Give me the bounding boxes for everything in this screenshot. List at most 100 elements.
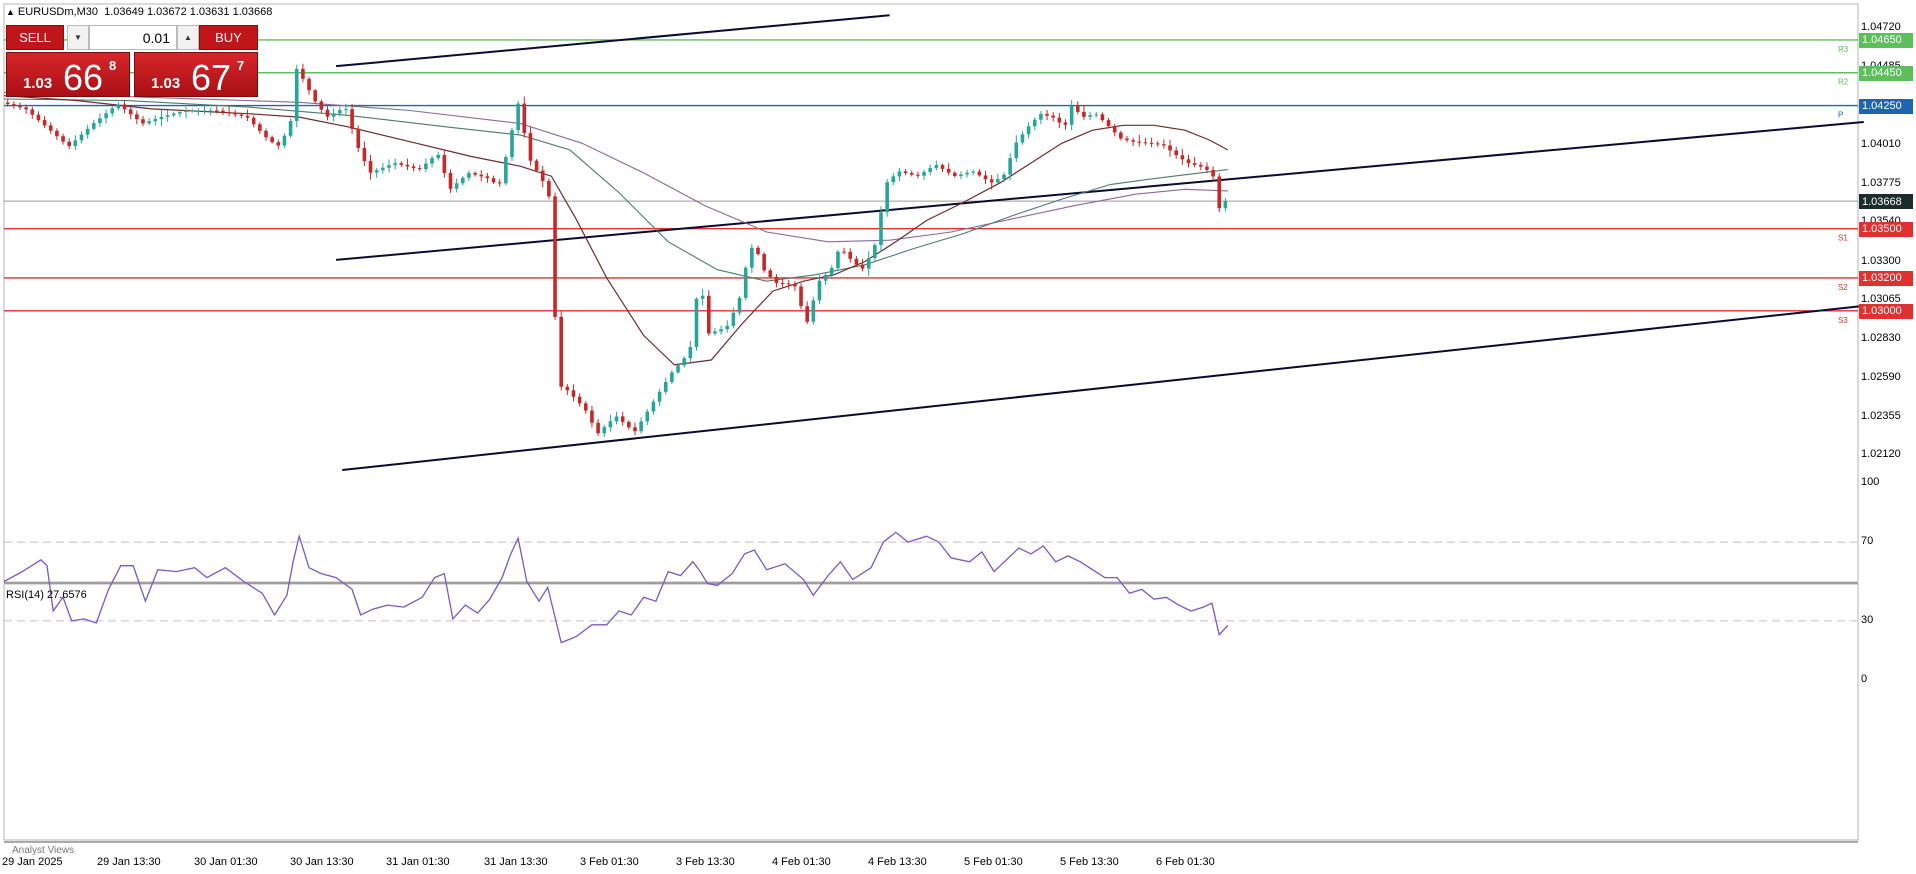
candle-body <box>313 90 317 102</box>
candle-body <box>171 113 176 116</box>
candle-body <box>128 109 133 115</box>
volume-decrease-button[interactable]: ▼ <box>67 25 89 50</box>
candle-body <box>233 113 238 115</box>
candle-body <box>42 120 47 126</box>
candle-body <box>178 111 182 114</box>
level-tag-s1: S1 <box>1838 234 1848 243</box>
candle-body <box>713 331 717 334</box>
candle-body <box>1180 155 1185 160</box>
candle-body <box>116 104 121 109</box>
rsi-tick-label: 70 <box>1861 535 1874 548</box>
candle-body <box>590 410 594 423</box>
price-tick-label: 1.03300 <box>1861 254 1901 267</box>
time-tick-label: 4 Feb 01:30 <box>772 856 831 868</box>
level-tag-r2: R2 <box>1838 78 1849 87</box>
candle-body <box>5 102 10 105</box>
candle-body <box>1125 138 1129 141</box>
candle-body <box>1211 169 1215 177</box>
candle-body <box>645 411 650 422</box>
level-tag-p: P <box>1838 111 1843 120</box>
candle-body <box>1002 174 1006 180</box>
candle-body <box>553 196 557 317</box>
price-tick-label: 1.02120 <box>1861 448 1901 461</box>
candle-body <box>1008 158 1012 175</box>
candle-body <box>135 114 139 120</box>
time-tick-label: 31 Jan 01:30 <box>386 856 450 868</box>
rsi-tick-label: 0 <box>1861 673 1868 685</box>
candle-body <box>221 110 225 112</box>
time-tick-label: 5 Feb 13:30 <box>1060 856 1119 868</box>
candle-body <box>965 172 969 175</box>
candle-body <box>510 130 514 158</box>
candle-body <box>36 114 41 121</box>
level-price-badge: 1.04250 <box>1859 98 1913 114</box>
candle-body <box>141 119 145 124</box>
levels-layer: R3 R2 P S1 S2 S3 <box>4 39 1858 325</box>
candle-body <box>79 134 84 141</box>
candle-body <box>633 427 637 432</box>
price-tick-label: 1.02830 <box>1861 331 1901 344</box>
candle-body <box>829 268 834 275</box>
candle-body <box>245 115 250 118</box>
candle-body <box>196 110 201 112</box>
rsi-tick-label: 30 <box>1861 613 1874 626</box>
bid-price-button[interactable]: 1.03 66 8 <box>6 52 130 98</box>
candle-body <box>885 182 889 213</box>
candle-body <box>534 160 539 171</box>
analyst-views-tab[interactable]: Analyst Views <box>12 845 74 856</box>
ask-price-pips: 67 <box>191 57 232 98</box>
buy-button[interactable]: BUY <box>199 25 258 50</box>
candle-body <box>417 168 422 170</box>
volume-input[interactable] <box>89 25 177 50</box>
candle-body <box>276 142 281 146</box>
moving-average-slow <box>3 91 1228 243</box>
candle-body <box>817 280 822 301</box>
candle-body <box>1149 142 1154 144</box>
candle-body <box>774 276 779 283</box>
candle-body <box>786 283 791 285</box>
candle-body <box>793 284 797 287</box>
ask-price-button[interactable]: 1.03 67 7 <box>134 52 258 98</box>
candle-body <box>842 251 846 253</box>
rsi-layer <box>3 531 1858 644</box>
candle-body <box>122 104 127 110</box>
rsi-line <box>3 531 1229 644</box>
candle-body <box>362 147 367 162</box>
candle-body <box>67 141 71 147</box>
candle-body <box>448 173 453 189</box>
rsi-indicator-label[interactable]: RSI(14) 27.6576 <box>6 589 87 601</box>
candle-body <box>897 171 902 177</box>
candle-body <box>1112 125 1117 133</box>
candle-body <box>1094 114 1099 116</box>
volume-increase-button[interactable]: ▲ <box>177 25 199 50</box>
candle-body <box>1168 145 1172 151</box>
collapse-triangle-icon[interactable]: ▲ <box>6 7 15 17</box>
candle-body <box>454 183 459 189</box>
level-tag-r3: R3 <box>1838 45 1849 54</box>
candle-body <box>916 174 920 176</box>
candle-body <box>153 119 158 122</box>
sell-button[interactable]: SELL <box>6 25 64 50</box>
candle-body <box>424 163 428 170</box>
candle-body <box>504 157 508 184</box>
trading-chart[interactable]: R3 R2 P S1 S2 S3 <box>0 0 1916 874</box>
candle-body <box>903 171 908 174</box>
time-tick-label: 30 Jan 13:30 <box>290 856 354 868</box>
candle-body <box>184 110 188 112</box>
candle-body <box>165 115 170 117</box>
moving-average-fast <box>3 95 1229 366</box>
level-tag-s2: S2 <box>1838 283 1848 292</box>
candle-body <box>1217 176 1222 209</box>
candle-body <box>934 165 939 169</box>
price-tick-label: 1.04720 <box>1861 21 1901 34</box>
candle-body <box>1039 113 1043 120</box>
chevron-up-icon: ▲ <box>184 33 192 42</box>
candle-body <box>1192 163 1197 165</box>
channel-line-1 <box>336 120 1864 261</box>
candle-body <box>48 125 53 131</box>
time-tick-label: 29 Jan 13:30 <box>97 856 161 868</box>
candle-body <box>294 68 299 122</box>
candle-body <box>61 136 65 142</box>
level-tag-s3: S3 <box>1838 316 1848 325</box>
candle-body <box>18 105 22 108</box>
